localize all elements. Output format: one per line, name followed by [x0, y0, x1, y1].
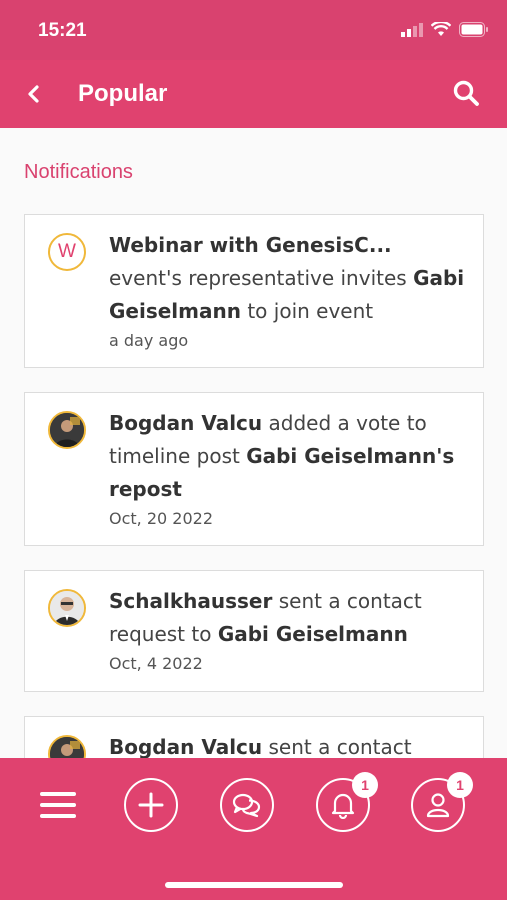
wifi-icon	[431, 22, 451, 36]
notification-card[interactable]: Bogdan Valcu sent a contact	[24, 716, 484, 758]
cellular-signal-icon	[401, 22, 423, 37]
chat-bubbles-icon	[232, 793, 261, 818]
status-icons	[401, 22, 489, 37]
notification-actor: Webinar with GenesisC...	[109, 233, 392, 257]
plus-icon	[138, 792, 164, 818]
user-icon	[426, 793, 450, 818]
battery-icon	[459, 22, 488, 37]
notification-action: sent a contact	[262, 735, 412, 758]
notification-card[interactable]: Schalkhausser sent a contact request to …	[24, 570, 484, 692]
home-indicator	[165, 882, 343, 888]
notification-count-badge: 1	[352, 772, 378, 798]
notification-text: Bogdan Valcu sent a contact	[109, 731, 469, 758]
add-button[interactable]	[124, 778, 178, 832]
hamburger-menu-icon	[40, 792, 76, 818]
notification-action: event's representative invites	[109, 266, 414, 290]
notification-target: Gabi Geiselmann	[217, 622, 408, 646]
profile-count-badge: 1	[447, 772, 473, 798]
notification-card[interactable]: W Webinar with GenesisC... event's repre…	[24, 214, 484, 368]
notification-text: Webinar with GenesisC... event's represe…	[109, 229, 469, 328]
app-header: Popular	[0, 60, 507, 128]
search-icon[interactable]	[451, 78, 481, 108]
notification-time: Oct, 4 2022	[109, 654, 203, 673]
user-avatar	[48, 589, 86, 627]
user-avatar	[48, 735, 86, 758]
page-title: Popular	[78, 80, 168, 107]
back-arrow-icon[interactable]	[20, 80, 48, 108]
notification-card[interactable]: Bogdan Valcu added a vote to timeline po…	[24, 392, 484, 546]
event-avatar: W	[48, 233, 86, 271]
bell-icon	[331, 793, 355, 819]
notifications-button[interactable]: 1	[316, 772, 378, 832]
notifications-list[interactable]: Notifications W Webinar with GenesisC...…	[0, 128, 507, 758]
notification-actor: Bogdan Valcu	[109, 411, 263, 435]
notification-actor: Schalkhausser	[109, 589, 273, 613]
person-photo-icon	[50, 591, 84, 625]
bottom-nav: 1 1	[0, 758, 507, 900]
profile-button[interactable]: 1	[411, 772, 473, 832]
notification-time: Oct, 20 2022	[109, 509, 213, 528]
person-photo-icon	[50, 413, 84, 447]
person-photo-icon	[50, 737, 84, 758]
notification-actor: Bogdan Valcu	[109, 735, 263, 758]
status-bar: 15:21	[0, 0, 507, 60]
notification-time: a day ago	[109, 331, 189, 350]
menu-button[interactable]	[31, 778, 85, 832]
notification-text: Schalkhausser sent a contact request to …	[109, 585, 469, 651]
section-title: Notifications	[24, 161, 133, 183]
status-time: 15:21	[38, 20, 87, 41]
notification-action-end: to join event	[240, 299, 374, 323]
user-avatar	[48, 411, 86, 449]
notification-text: Bogdan Valcu added a vote to timeline po…	[109, 407, 469, 506]
chat-button[interactable]	[220, 778, 274, 832]
